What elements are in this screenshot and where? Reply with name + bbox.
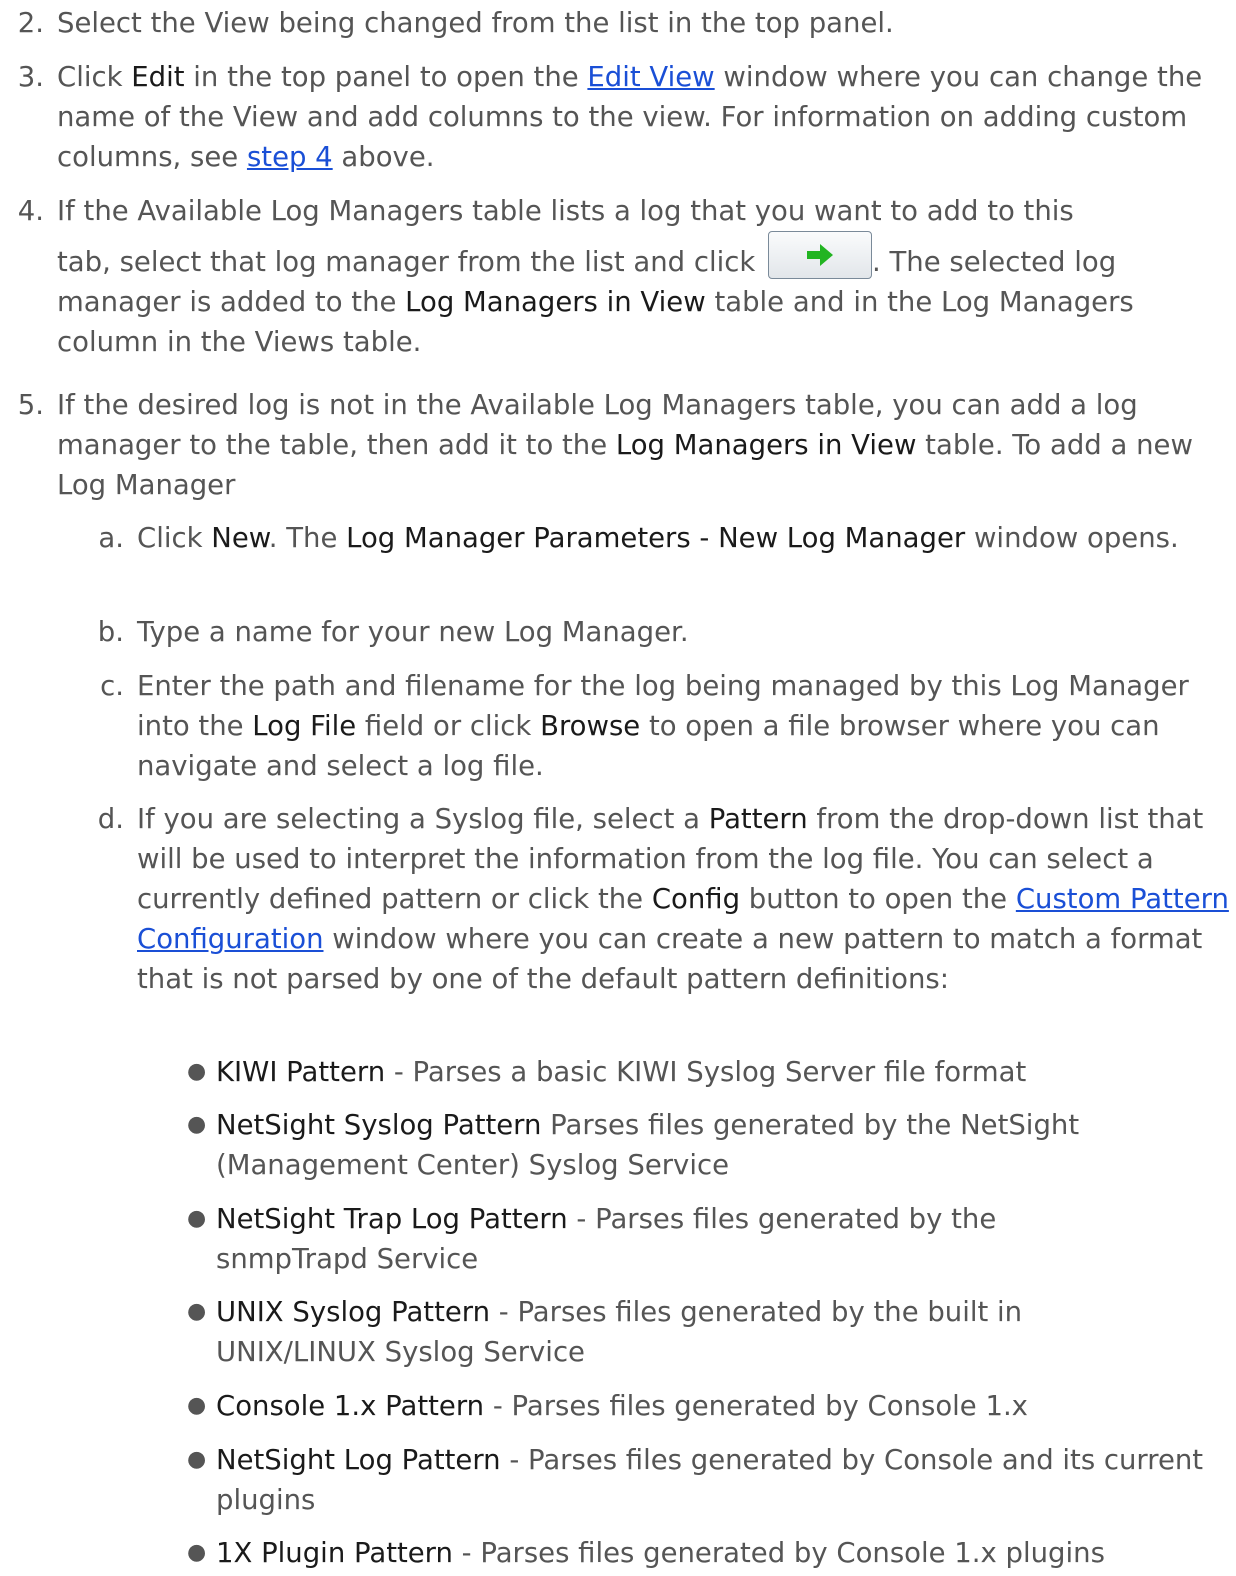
- text-run: window opens.: [965, 522, 1179, 554]
- text-run: field or click: [356, 710, 541, 742]
- pattern-desc: - Parses files generated by Console 1.x: [484, 1390, 1028, 1422]
- substep-text: Type a name for your new Log Manager.: [137, 612, 1227, 652]
- text-run: above.: [332, 141, 435, 173]
- text-run: If you are selecting a Syslog file, sele…: [137, 803, 709, 835]
- step-text: If the Available Log Managers table list…: [57, 191, 1227, 362]
- emphasis-text: Pattern: [708, 803, 808, 835]
- substep-letter: d.: [97, 803, 124, 835]
- bullet-icon: ●: [187, 1059, 207, 1084]
- pattern-desc: - Parses files generated by Console 1.x …: [452, 1537, 1105, 1569]
- substep-letter: c.: [100, 670, 124, 702]
- substep-letter: b.: [97, 616, 124, 648]
- emphasis-text: New: [211, 522, 269, 554]
- pattern-name: KIWI Pattern: [216, 1056, 386, 1088]
- emphasis-text: Edit: [131, 61, 185, 93]
- arrow-right-icon: [807, 244, 834, 266]
- substep-text: Enter the path and filename for the log …: [137, 666, 1207, 786]
- step-number: 4.: [17, 195, 44, 227]
- pattern-name: NetSight Syslog Pattern: [216, 1109, 542, 1141]
- text-run: Type a name for your new Log Manager.: [137, 616, 689, 648]
- step-text: Click Edit in the top panel to open the …: [57, 57, 1227, 177]
- pattern-name: Console 1.x Pattern: [216, 1390, 485, 1422]
- emphasis-text: Browse: [540, 710, 641, 742]
- pattern-name: NetSight Log Pattern: [216, 1444, 501, 1476]
- text-run: in the top panel to open the: [184, 61, 588, 93]
- link[interactable]: Edit View: [587, 61, 714, 93]
- add-log-manager-button[interactable]: [768, 231, 873, 279]
- bullet-icon: ●: [187, 1299, 207, 1324]
- text-run: Click: [57, 61, 132, 93]
- emphasis-text: Log Manager Parameters - New Log Manager: [346, 522, 966, 554]
- bullet-icon: ●: [187, 1393, 207, 1418]
- emphasis-text: Log Managers in View: [615, 429, 917, 461]
- bullet-icon: ●: [187, 1540, 207, 1565]
- substep-text: If you are selecting a Syslog file, sele…: [137, 799, 1232, 999]
- step-text: Select the View being changed from the l…: [57, 3, 1227, 43]
- text-run: . The: [268, 522, 347, 554]
- step-number: 5.: [17, 389, 44, 421]
- pattern-name: UNIX Syslog Pattern: [216, 1296, 491, 1328]
- text-run: Click: [137, 522, 212, 554]
- emphasis-text: Log Managers in View: [405, 286, 706, 318]
- step-number: 3.: [17, 61, 44, 93]
- emphasis-text: Config: [651, 883, 741, 915]
- link[interactable]: step 4: [247, 141, 333, 173]
- pattern-name: NetSight Trap Log Pattern: [216, 1203, 568, 1235]
- step-text: If the desired log is not in the Availab…: [57, 385, 1207, 505]
- bullet-icon: ●: [187, 1447, 207, 1472]
- text-run: If the Available Log Managers table list…: [57, 195, 1074, 227]
- text-run: tab, select that log manager from the li…: [57, 246, 765, 278]
- text-run: button to open the: [740, 883, 1016, 915]
- bullet-icon: ●: [187, 1206, 207, 1231]
- substep-letter: a.: [98, 522, 124, 554]
- emphasis-text: Log File: [252, 710, 357, 742]
- substep-text: Click New. The Log Manager Parameters - …: [137, 518, 1227, 558]
- pattern-desc: - Parses a basic KIWI Syslog Server file…: [385, 1056, 1027, 1088]
- step-number: 2.: [17, 7, 44, 39]
- pattern-name: 1X Plugin Pattern: [216, 1537, 453, 1569]
- bullet-icon: ●: [187, 1112, 207, 1137]
- text-run: Select the View being changed from the l…: [57, 7, 894, 39]
